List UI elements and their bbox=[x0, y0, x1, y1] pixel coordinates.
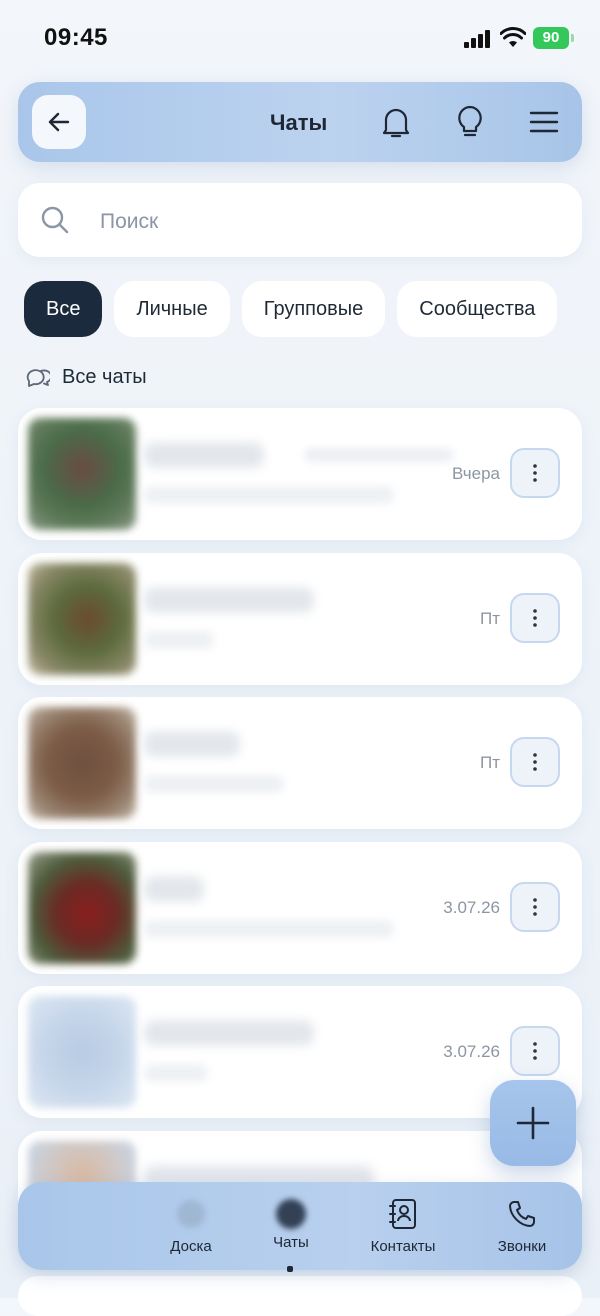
filter-all[interactable]: Все bbox=[24, 281, 103, 337]
filter-tabs: Все Личные Групповые Сообщества bbox=[24, 281, 600, 337]
chat-time: Пт bbox=[479, 609, 500, 628]
avatar bbox=[28, 852, 136, 964]
filter-personal[interactable]: Личные bbox=[114, 281, 230, 337]
menu-button[interactable] bbox=[524, 102, 564, 142]
arrow-left-icon bbox=[48, 112, 70, 132]
more-vertical-icon bbox=[533, 753, 537, 771]
search-input[interactable] bbox=[98, 201, 542, 243]
avatar bbox=[28, 707, 136, 819]
status-bar: 09:45 90 bbox=[0, 0, 600, 72]
chats-icon bbox=[273, 1196, 309, 1232]
chat-list-item[interactable] bbox=[18, 1276, 582, 1316]
chat-more-button[interactable] bbox=[510, 1026, 560, 1076]
chat-last-message bbox=[144, 1064, 208, 1082]
wifi-icon bbox=[500, 27, 526, 47]
chat-name bbox=[144, 442, 264, 468]
section-header: Все чаты bbox=[26, 363, 147, 391]
chat-more-button[interactable] bbox=[510, 882, 560, 932]
plus-icon bbox=[516, 1106, 550, 1140]
more-vertical-icon bbox=[533, 609, 537, 627]
nav-calls-label: Звонки bbox=[497, 1238, 547, 1255]
nav-contacts-label: Контакты bbox=[370, 1238, 436, 1255]
search-bar bbox=[18, 183, 582, 257]
chat-name bbox=[144, 731, 240, 757]
chat-list-item[interactable]: Вчера bbox=[18, 408, 582, 540]
chat-name bbox=[144, 587, 314, 613]
nav-chats[interactable]: Чаты bbox=[236, 1196, 346, 1272]
more-vertical-icon bbox=[533, 1042, 537, 1060]
new-chat-button[interactable] bbox=[490, 1080, 576, 1166]
avatar bbox=[28, 996, 136, 1108]
lightbulb-icon bbox=[458, 105, 482, 137]
contacts-icon bbox=[385, 1196, 421, 1232]
more-vertical-icon bbox=[533, 464, 537, 482]
chat-name bbox=[144, 876, 204, 902]
nav-chats-label: Чаты bbox=[273, 1234, 309, 1251]
filter-communities[interactable]: Сообщества bbox=[397, 281, 558, 337]
chat-list-item[interactable]: Пт bbox=[18, 697, 582, 829]
bottom-navigation: Доска Чаты Контакты Звонки bbox=[18, 1182, 582, 1272]
battery-indicator: 90 bbox=[533, 27, 574, 49]
nav-board-label: Доска bbox=[170, 1238, 212, 1255]
section-title: Все чаты bbox=[62, 365, 147, 388]
nav-calls[interactable]: Звонки bbox=[467, 1196, 577, 1255]
avatar bbox=[28, 418, 136, 530]
top-bar: Чаты bbox=[18, 82, 582, 162]
chat-time: Пт bbox=[479, 753, 500, 772]
avatar bbox=[28, 563, 136, 675]
filter-groups[interactable]: Групповые bbox=[241, 281, 386, 337]
chat-last-message bbox=[144, 775, 284, 793]
back-button[interactable] bbox=[32, 95, 86, 149]
chat-more-button[interactable] bbox=[510, 737, 560, 787]
chat-last-message bbox=[144, 920, 394, 938]
board-icon bbox=[173, 1196, 209, 1232]
chat-time: 3.07.26 bbox=[443, 1042, 500, 1061]
hamburger-menu-icon bbox=[529, 111, 559, 133]
chat-subtitle bbox=[304, 448, 454, 462]
chat-bubbles-icon bbox=[26, 369, 50, 387]
bell-icon bbox=[382, 108, 410, 138]
chat-more-button[interactable] bbox=[510, 448, 560, 498]
chat-more-button[interactable] bbox=[510, 593, 560, 643]
chat-name bbox=[144, 1020, 314, 1046]
phone-icon bbox=[504, 1196, 540, 1232]
chat-last-message bbox=[144, 486, 394, 504]
notifications-button[interactable] bbox=[376, 102, 416, 142]
chat-time: Вчера bbox=[452, 464, 500, 483]
page-title: Чаты bbox=[270, 110, 328, 135]
more-vertical-icon bbox=[533, 898, 537, 916]
chat-last-message bbox=[144, 631, 214, 649]
tips-button[interactable] bbox=[450, 102, 490, 142]
nav-board[interactable]: Доска bbox=[136, 1196, 246, 1255]
nav-contacts[interactable]: Контакты bbox=[348, 1196, 458, 1255]
status-time: 09:45 bbox=[44, 24, 108, 51]
chat-list-item[interactable]: 3.07.26 bbox=[18, 842, 582, 974]
cellular-signal-icon bbox=[464, 30, 490, 48]
active-tab-indicator bbox=[287, 1266, 293, 1272]
search-icon bbox=[41, 206, 69, 234]
chat-list-item[interactable]: Пт bbox=[18, 553, 582, 685]
chat-time: 3.07.26 bbox=[443, 898, 500, 917]
